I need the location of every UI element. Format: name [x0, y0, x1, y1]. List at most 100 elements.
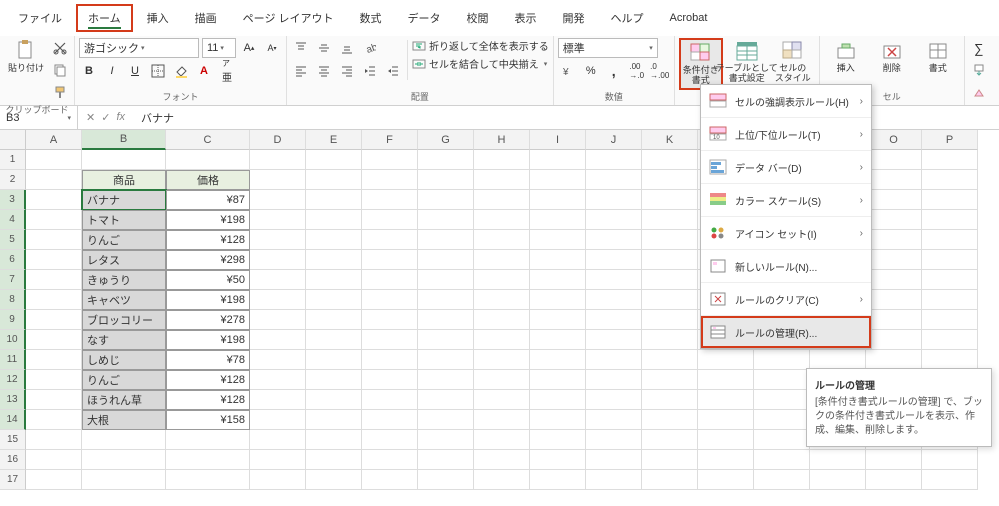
cell[interactable]: [530, 370, 586, 390]
cell[interactable]: [474, 430, 530, 450]
name-box[interactable]: B3▾: [0, 106, 78, 129]
menu-item-highlight[interactable]: セルの強調表示ルール(H)›: [701, 85, 871, 118]
increase-indent-button[interactable]: [383, 61, 403, 81]
row-header[interactable]: 9: [0, 310, 26, 330]
align-left-button[interactable]: [291, 61, 311, 81]
cell[interactable]: [166, 450, 250, 470]
cell[interactable]: [642, 450, 698, 470]
cell[interactable]: [922, 190, 978, 210]
row-header[interactable]: 17: [0, 470, 26, 490]
cell[interactable]: [250, 370, 306, 390]
cell[interactable]: なす: [82, 330, 166, 350]
cell[interactable]: [474, 410, 530, 430]
align-center-button[interactable]: [314, 61, 334, 81]
number-format-combo[interactable]: 標準▾: [558, 38, 658, 58]
cell[interactable]: [866, 250, 922, 270]
cell[interactable]: [866, 150, 922, 170]
cell[interactable]: [418, 210, 474, 230]
cell[interactable]: [922, 450, 978, 470]
cell[interactable]: りんご: [82, 370, 166, 390]
cell[interactable]: [418, 270, 474, 290]
cell[interactable]: ¥198: [166, 290, 250, 310]
align-middle-button[interactable]: [314, 38, 334, 58]
cell[interactable]: [362, 350, 418, 370]
cell[interactable]: [306, 190, 362, 210]
cell[interactable]: ¥198: [166, 330, 250, 350]
percent-button[interactable]: %: [581, 61, 601, 81]
cell[interactable]: [26, 410, 82, 430]
cell[interactable]: [250, 390, 306, 410]
cell[interactable]: ¥158: [166, 410, 250, 430]
cell[interactable]: [26, 170, 82, 190]
border-button[interactable]: [148, 61, 168, 81]
cell[interactable]: [474, 290, 530, 310]
cell[interactable]: しめじ: [82, 350, 166, 370]
decrease-indent-button[interactable]: [360, 61, 380, 81]
cell[interactable]: [642, 270, 698, 290]
cell[interactable]: [26, 330, 82, 350]
cell[interactable]: [642, 350, 698, 370]
cell[interactable]: [306, 350, 362, 370]
cell[interactable]: [586, 430, 642, 450]
cell[interactable]: [306, 470, 362, 490]
decrease-decimal-button[interactable]: .0→.00: [650, 61, 670, 81]
menu-tab-10[interactable]: ヘルプ: [599, 4, 656, 32]
cancel-formula-button[interactable]: ✕: [86, 111, 95, 124]
format-painter-button[interactable]: [50, 82, 70, 102]
cell[interactable]: [166, 430, 250, 450]
menu-tab-7[interactable]: 校閲: [455, 4, 501, 32]
menu-tab-3[interactable]: 描画: [183, 4, 229, 32]
cell[interactable]: [26, 290, 82, 310]
cell[interactable]: [362, 390, 418, 410]
column-header[interactable]: A: [26, 130, 82, 150]
cell[interactable]: [26, 210, 82, 230]
cell[interactable]: りんご: [82, 230, 166, 250]
cell[interactable]: ほうれん草: [82, 390, 166, 410]
cell[interactable]: きゅうり: [82, 270, 166, 290]
column-header[interactable]: G: [418, 130, 474, 150]
cell[interactable]: [530, 410, 586, 430]
column-header[interactable]: P: [922, 130, 978, 150]
cell[interactable]: [698, 370, 754, 390]
cell[interactable]: [26, 450, 82, 470]
cell[interactable]: ¥87: [166, 190, 250, 210]
menu-item-iconset[interactable]: アイコン セット(I)›: [701, 217, 871, 250]
enter-formula-button[interactable]: ✓: [101, 111, 110, 124]
cell[interactable]: [586, 150, 642, 170]
row-header[interactable]: 11: [0, 350, 26, 370]
cell[interactable]: ¥50: [166, 270, 250, 290]
row-header[interactable]: 16: [0, 450, 26, 470]
cell[interactable]: [586, 330, 642, 350]
bold-button[interactable]: B: [79, 61, 99, 81]
cell[interactable]: [474, 210, 530, 230]
cell[interactable]: [866, 170, 922, 190]
cell[interactable]: [82, 470, 166, 490]
cell[interactable]: [586, 270, 642, 290]
cut-button[interactable]: [50, 38, 70, 58]
cell[interactable]: [642, 430, 698, 450]
format-as-table-button[interactable]: テーブルとして 書式設定: [725, 38, 769, 86]
cell[interactable]: [866, 310, 922, 330]
cell[interactable]: [586, 190, 642, 210]
cell[interactable]: [754, 390, 810, 410]
cell[interactable]: [754, 350, 810, 370]
cell[interactable]: ¥78: [166, 350, 250, 370]
cell[interactable]: [474, 230, 530, 250]
cell[interactable]: [754, 470, 810, 490]
row-header[interactable]: 6: [0, 250, 26, 270]
font-color-button[interactable]: A: [194, 61, 214, 81]
cell[interactable]: [250, 150, 306, 170]
cell[interactable]: [418, 190, 474, 210]
cell[interactable]: [530, 330, 586, 350]
cell[interactable]: [418, 430, 474, 450]
increase-decimal-button[interactable]: .00→.0: [627, 61, 647, 81]
cell[interactable]: [26, 350, 82, 370]
cell[interactable]: ¥298: [166, 250, 250, 270]
cell[interactable]: キャベツ: [82, 290, 166, 310]
row-header[interactable]: 15: [0, 430, 26, 450]
cell[interactable]: [250, 410, 306, 430]
menu-item-newrule[interactable]: 新しいルール(N)...: [701, 250, 871, 283]
cell[interactable]: [362, 210, 418, 230]
row-header[interactable]: 3: [0, 190, 26, 210]
cell[interactable]: [530, 470, 586, 490]
